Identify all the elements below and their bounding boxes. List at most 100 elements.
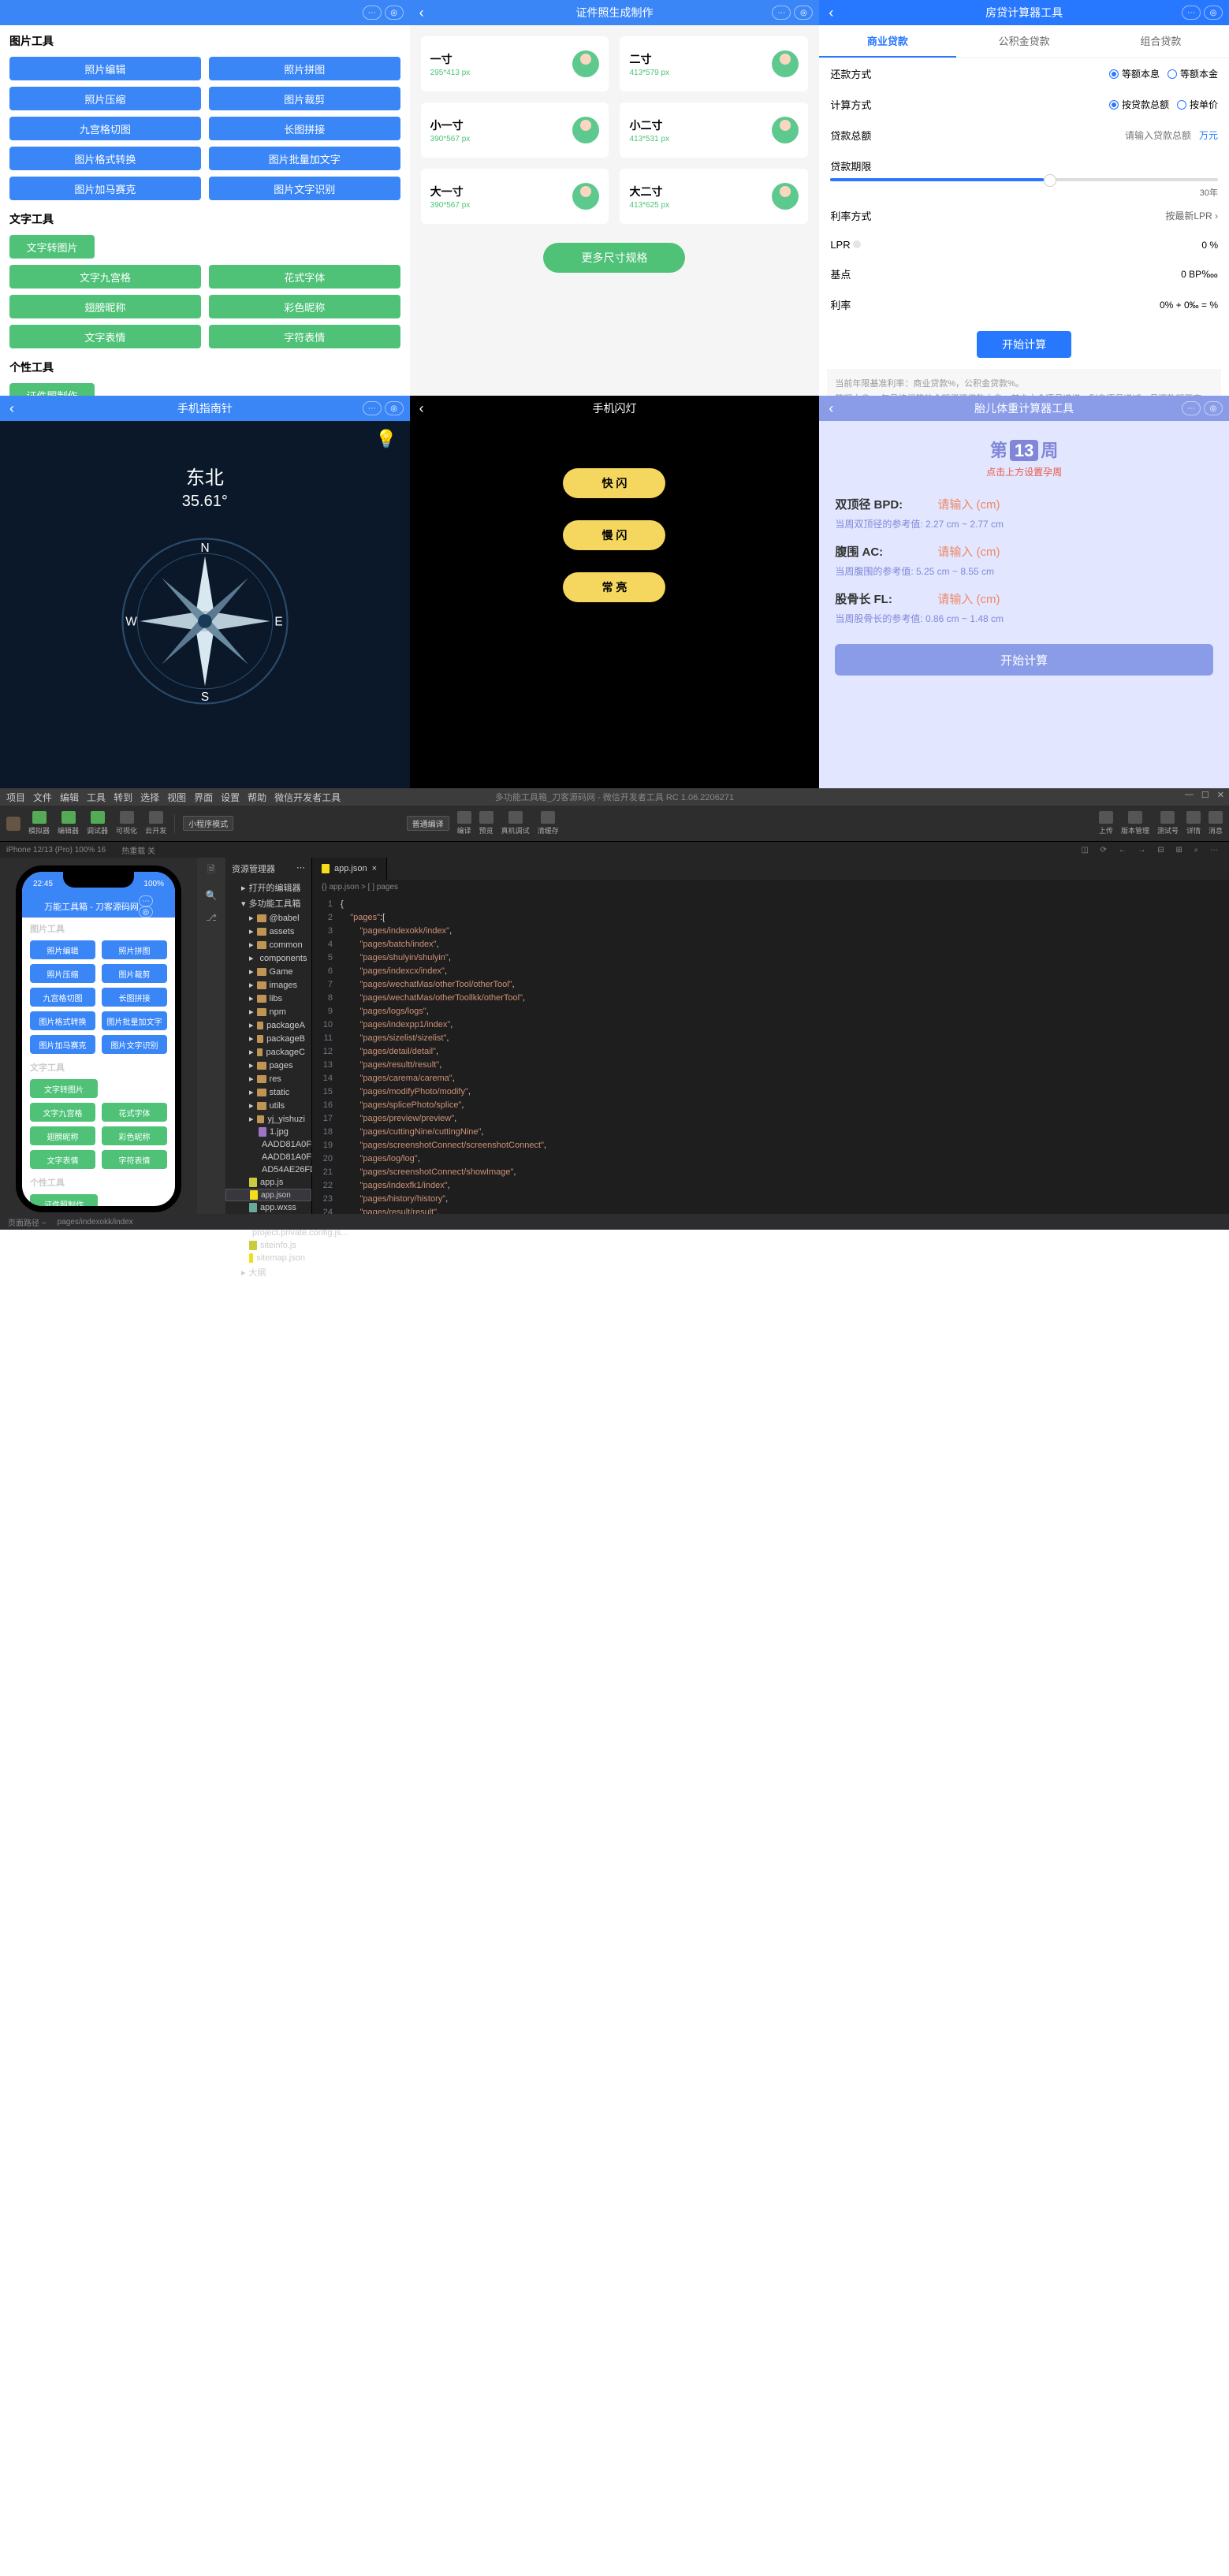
- bulb-icon[interactable]: 💡: [0, 421, 410, 457]
- menu-item[interactable]: 选择: [140, 792, 159, 803]
- size-card[interactable]: 小一寸390*567 px: [421, 102, 609, 158]
- back-icon[interactable]: ‹: [829, 400, 833, 417]
- tab-fund[interactable]: 公积金贷款: [956, 25, 1093, 58]
- files-icon[interactable]: 🗎: [207, 862, 215, 879]
- hotreload-label[interactable]: 热重载 关: [121, 844, 155, 856]
- tool-btn[interactable]: 文字表情: [9, 325, 201, 348]
- menu-icon[interactable]: ⋯: [772, 401, 791, 415]
- info-icon[interactable]: [853, 240, 861, 248]
- menu-icon[interactable]: ⋯: [772, 6, 791, 20]
- tree-item[interactable]: AD54AE26FD6437CF4D...: [225, 1163, 311, 1176]
- close-icon[interactable]: ✕: [1217, 790, 1224, 800]
- tool-btn[interactable]: 图片批量加文字: [209, 147, 400, 170]
- back-icon[interactable]: ‹: [419, 5, 424, 21]
- tree-item[interactable]: ▸ components: [225, 951, 311, 965]
- menu-item[interactable]: 帮助: [248, 792, 266, 803]
- menu-item[interactable]: 视图: [167, 792, 186, 803]
- tree-item[interactable]: ▸ utils: [225, 1099, 311, 1112]
- toolbar-button[interactable]: 预览: [479, 811, 493, 836]
- tool-btn[interactable]: 文字转图片: [9, 235, 95, 259]
- menu-item[interactable]: 微信开发者工具: [274, 792, 341, 803]
- field-input[interactable]: 请输入 (cm): [937, 543, 1000, 560]
- target-icon[interactable]: ◎: [139, 906, 153, 918]
- toolbar-button[interactable]: 模拟器: [28, 811, 50, 836]
- more-icon[interactable]: ⋯: [296, 862, 305, 875]
- tree-item[interactable]: ▸ common: [225, 938, 311, 951]
- toolbar-button[interactable]: 上传: [1099, 811, 1113, 836]
- toolbar-button[interactable]: 测试号: [1157, 811, 1179, 836]
- tree-item[interactable]: app.js: [225, 1176, 311, 1189]
- menu-item[interactable]: 转到: [114, 792, 132, 803]
- tree-item[interactable]: ▸ packageC: [225, 1045, 311, 1059]
- close-tab-icon[interactable]: ×: [372, 864, 377, 873]
- target-icon[interactable]: ◎: [1204, 6, 1223, 20]
- ratemode-select[interactable]: 按最新LPR ›: [1165, 209, 1218, 222]
- tree-item[interactable]: siteinfo.js: [225, 1239, 311, 1252]
- tree-item[interactable]: ▸ res: [225, 1072, 311, 1085]
- tree-item[interactable]: ▸ packageA: [225, 1018, 311, 1032]
- maximize-icon[interactable]: ☐: [1201, 790, 1209, 800]
- target-icon[interactable]: ◎: [385, 401, 404, 415]
- tree-item[interactable]: ▸ yj_yishuzi: [225, 1112, 311, 1126]
- menu-item[interactable]: 设置: [221, 792, 240, 803]
- tree-item[interactable]: ▸ pages: [225, 1059, 311, 1072]
- size-card[interactable]: 一寸295*413 px: [421, 36, 609, 91]
- project-root[interactable]: ▾ 多功能工具箱: [225, 895, 311, 911]
- menu-item[interactable]: 编辑: [60, 792, 79, 803]
- size-card[interactable]: 二寸413*579 px: [620, 36, 808, 91]
- toolbar-button[interactable]: 详情: [1186, 811, 1201, 836]
- tool-btn[interactable]: 长图拼接: [209, 117, 400, 140]
- tree-item[interactable]: AADD81A0FD6437CFACE...: [225, 1151, 311, 1163]
- back-icon[interactable]: ‹: [419, 400, 424, 417]
- tree-item[interactable]: 1.jpg: [225, 1126, 311, 1138]
- git-icon[interactable]: ⎇: [206, 912, 217, 923]
- tool-btn[interactable]: 图片文字识别: [209, 177, 400, 200]
- target-icon[interactable]: ◎: [794, 6, 813, 20]
- editor-icons[interactable]: ◫ ⟳ ← → ⊟ ⊞ ⌕ ⋯: [1081, 846, 1223, 854]
- simulator[interactable]: 22:45100% 万能工具箱 - 刀客源码网 ⋯◎ 图片工具 照片编辑照片拼图…: [16, 865, 181, 1212]
- back-icon[interactable]: ‹: [829, 5, 833, 21]
- tool-btn[interactable]: 文字九宫格: [9, 265, 201, 288]
- radio-total[interactable]: 按贷款总额: [1109, 98, 1169, 111]
- fast-flash-button[interactable]: 快 闪: [563, 468, 665, 498]
- radio-equal-principal[interactable]: 等额本金: [1168, 67, 1218, 80]
- radio-equal-interest[interactable]: 等额本息: [1109, 67, 1160, 80]
- tree-item[interactable]: ▸ packageB: [225, 1032, 311, 1045]
- calculate-button[interactable]: 开始计算: [977, 331, 1071, 358]
- toolbar-button[interactable]: 调试器: [87, 811, 108, 836]
- term-slider[interactable]: [830, 178, 1218, 181]
- tool-btn[interactable]: 彩色昵称: [209, 295, 400, 318]
- tool-btn[interactable]: 图片加马赛克: [9, 177, 201, 200]
- tree-item[interactable]: ▸ Game: [225, 965, 311, 978]
- always-on-button[interactable]: 常 亮: [563, 572, 665, 602]
- tool-btn[interactable]: 字符表情: [209, 325, 400, 348]
- more-sizes-button[interactable]: 更多尺寸规格: [543, 243, 685, 273]
- toolbar-button[interactable]: 编辑器: [58, 811, 79, 836]
- radio-unit[interactable]: 按单价: [1177, 98, 1218, 111]
- field-input[interactable]: 请输入 (cm): [937, 590, 1000, 607]
- tool-btn[interactable]: 图片裁剪: [209, 87, 400, 110]
- menu-item[interactable]: 工具: [87, 792, 106, 803]
- target-icon[interactable]: ◎: [385, 6, 404, 20]
- tool-btn[interactable]: 翅膀昵称: [9, 295, 201, 318]
- slow-flash-button[interactable]: 慢 闪: [563, 520, 665, 550]
- toolbar-button[interactable]: 消息: [1209, 811, 1223, 836]
- menu-item[interactable]: 项目: [6, 792, 25, 803]
- tree-item[interactable]: sitemap.json: [225, 1252, 311, 1264]
- tool-btn[interactable]: 九宫格切图: [9, 117, 201, 140]
- calculate-button[interactable]: 开始计算: [835, 644, 1213, 676]
- tool-btn[interactable]: 图片格式转换: [9, 147, 201, 170]
- field-input[interactable]: 请输入 (cm): [937, 496, 1000, 512]
- tree-item[interactable]: app.json: [225, 1189, 311, 1201]
- device-label[interactable]: iPhone 12/13 (Pro) 100% 16: [6, 846, 106, 854]
- menu-icon[interactable]: ⋯: [1182, 6, 1201, 20]
- tree-item[interactable]: ▸ assets: [225, 925, 311, 938]
- tree-item[interactable]: ▸ @babel: [225, 911, 311, 925]
- toolbar-button[interactable]: 云开发: [145, 811, 166, 836]
- tab-commercial[interactable]: 商业贷款: [819, 25, 955, 58]
- search-icon[interactable]: 🔍: [206, 890, 218, 901]
- tree-item[interactable]: AADD81A0FD6437CF4D...: [225, 1138, 311, 1151]
- tool-btn[interactable]: 照片压缩: [9, 87, 201, 110]
- avatar-icon[interactable]: [6, 817, 20, 831]
- tree-item[interactable]: app.wxss: [225, 1201, 311, 1214]
